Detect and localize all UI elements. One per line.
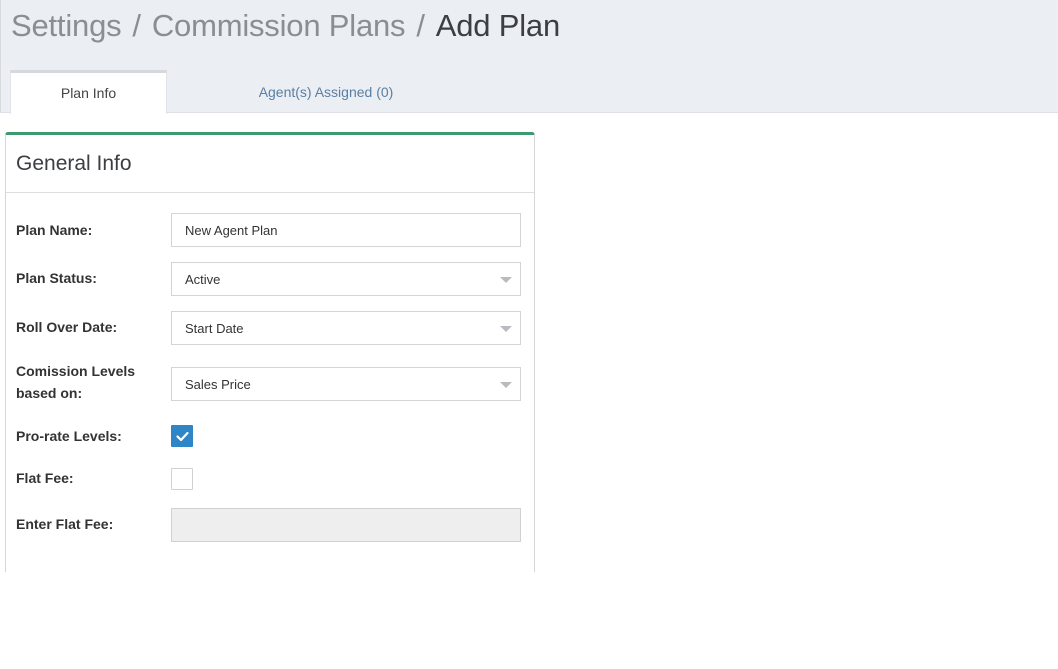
breadcrumb-settings[interactable]: Settings [11,8,122,43]
enter-flat-fee-input[interactable] [171,508,521,542]
chevron-down-icon [500,326,512,332]
plan-status-label: Plan Status: [16,270,97,286]
enter-flat-fee-label: Enter Flat Fee: [16,516,114,532]
page-header: Settings / Commission Plans / Add Plan Plan … [0,0,1058,114]
commission-levels-label-line2: based on: [16,385,83,401]
commission-levels-value: Sales Price [185,376,251,392]
flat-fee-checkbox[interactable] [171,468,193,490]
pro-rate-levels-checkbox[interactable] [171,425,193,447]
plan-name-value: New Agent Plan [185,222,278,238]
commission-levels-label: Comission Levels based on: [16,360,135,404]
card-header: General Info [6,135,534,193]
pro-rate-levels-label: Pro-rate Levels: [16,428,122,444]
breadcrumb-current: Add Plan [435,8,560,43]
breadcrumb-separator: / [132,8,141,43]
breadcrumb-commission-plans[interactable]: Commission Plans [152,8,406,43]
card-title: General Info [16,151,132,175]
tab-plan-info-label: Plan Info [60,84,117,101]
general-info-card: General Info Plan Name: New Agent Plan P… [5,132,535,572]
tab-agents-assigned-label: Agent(s) Assigned (0) [258,83,394,100]
commission-levels-select[interactable]: Sales Price [171,367,521,401]
commission-levels-label-line1: Comission Levels [16,363,136,379]
checkmark-icon [176,431,189,442]
roll-over-date-select[interactable]: Start Date [171,311,521,345]
plan-name-label: Plan Name: [16,222,93,238]
breadcrumb: Settings / Commission Plans / Add Plan [11,6,560,46]
plan-status-select[interactable]: Active [171,262,521,296]
plan-name-input[interactable]: New Agent Plan [171,213,521,247]
tab-bar: Plan Info Agent(s) Assigned (0) [10,70,485,114]
left-edge-divider [0,0,1,112]
flat-fee-label: Flat Fee: [16,470,74,486]
chevron-down-icon [500,277,512,283]
breadcrumb-separator: / [416,8,425,43]
tab-plan-info[interactable]: Plan Info [10,70,167,114]
tab-agents-assigned[interactable]: Agent(s) Assigned (0) [167,70,485,113]
roll-over-date-value: Start Date [185,320,244,336]
roll-over-date-label: Roll Over Date: [16,319,118,335]
plan-status-value: Active [185,271,221,287]
chevron-down-icon [500,382,512,388]
